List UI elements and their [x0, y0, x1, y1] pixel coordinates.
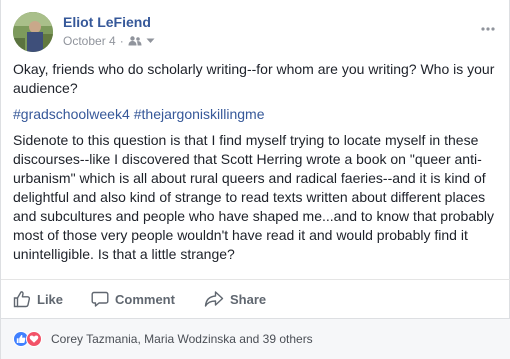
reactions-summary[interactable]: Corey Tazmania, Maria Wodzinska and 39 o…: [51, 332, 313, 346]
post-actions: Like Comment Share: [1, 279, 510, 317]
avatar-photo: [13, 12, 53, 52]
facebook-post: Eliot LeFiend October 4 · Okay, friends …: [0, 0, 510, 359]
chevron-down-icon[interactable]: [146, 38, 155, 44]
reaction-icons[interactable]: [13, 331, 42, 347]
post-content: Okay, friends who do scholarly writing--…: [13, 60, 499, 271]
thumbs-up-icon: [13, 290, 31, 308]
comment-label: Comment: [115, 291, 175, 307]
post-header: Eliot LeFiend October 4 ·: [13, 12, 499, 54]
post-text-sidenote: Sidenote to this question is that I find…: [13, 132, 494, 262]
post-text-main: Okay, friends who do scholarly writing--…: [13, 61, 495, 96]
share-label: Share: [230, 291, 267, 307]
like-label: Like: [37, 291, 64, 307]
share-arrow-icon: [204, 290, 224, 308]
comment-bubble-icon: [91, 290, 109, 308]
love-reaction-icon: [26, 331, 42, 347]
reactions-bar: Corey Tazmania, Maria Wodzinska and 39 o…: [1, 318, 510, 359]
hashtag-list: #gradschoolweek4 #thejargoniskillingme: [13, 105, 499, 124]
comment-button[interactable]: Comment: [91, 286, 175, 312]
author-avatar[interactable]: [13, 12, 53, 52]
post-date[interactable]: October 4: [63, 34, 116, 48]
author-name[interactable]: Eliot LeFiend: [63, 14, 151, 30]
share-button[interactable]: Share: [204, 286, 266, 312]
hashtag-link[interactable]: #gradschoolweek4: [13, 106, 130, 122]
hashtag-link[interactable]: #thejargoniskillingme: [134, 106, 265, 122]
more-options-icon[interactable]: [481, 18, 495, 36]
audience-friends-icon[interactable]: [128, 36, 142, 46]
like-button[interactable]: Like: [13, 286, 63, 312]
meta-separator: ·: [119, 34, 124, 48]
post-meta: October 4 ·: [63, 34, 155, 48]
